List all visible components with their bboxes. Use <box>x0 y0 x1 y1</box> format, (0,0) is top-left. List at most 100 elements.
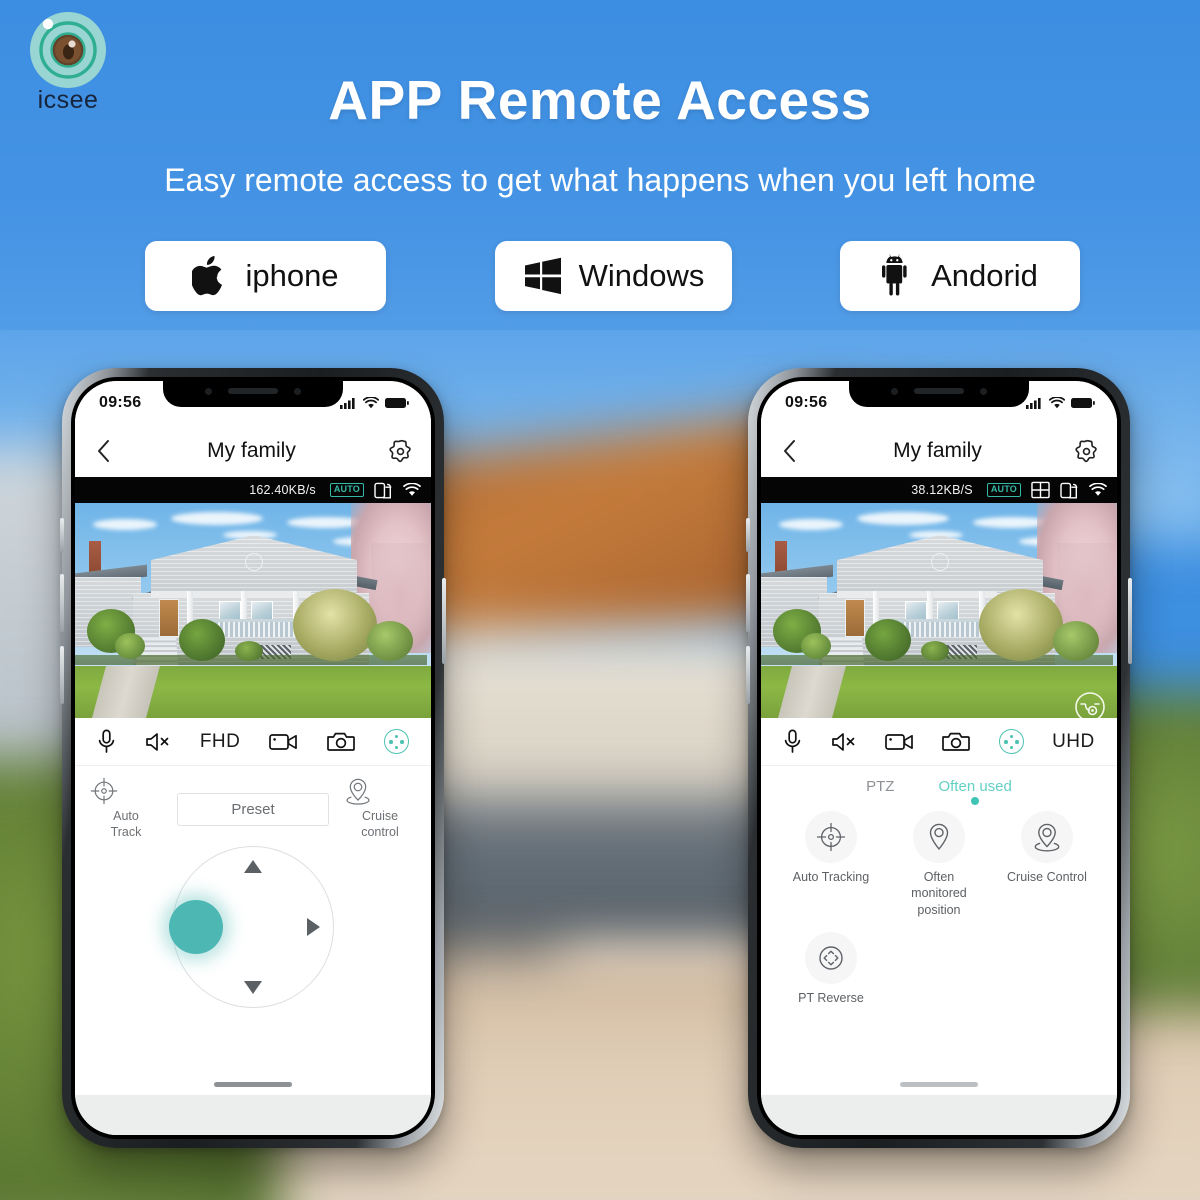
phone-right: 09:56 My family 38.12KB/S AUTO UHD PTZ O… <box>746 368 1132 1148</box>
home-indicator-area <box>761 1082 1117 1095</box>
back-chevron-icon[interactable] <box>93 438 115 464</box>
feature-pt-reverse[interactable]: PT Reverse <box>777 931 885 1006</box>
phone-volume-down-button[interactable] <box>746 646 750 704</box>
video-status-bar: 38.12KB/S AUTO <box>761 477 1117 503</box>
microphone-icon[interactable] <box>97 729 116 754</box>
cruise-pin-icon <box>1020 811 1073 863</box>
crosshair-icon <box>804 811 857 863</box>
feature-label: Auto Tracking <box>792 870 870 884</box>
dpad-left-button[interactable] <box>169 900 223 955</box>
tab-ptz[interactable]: PTZ <box>866 778 894 805</box>
platform-label: Windows <box>578 258 705 293</box>
wifi-icon <box>1049 397 1065 409</box>
location-pin-icon <box>912 811 965 863</box>
battery-icon <box>385 397 409 409</box>
feature-label: Cruise Control <box>1007 870 1087 884</box>
feature-auto-tracking[interactable]: Auto Tracking <box>777 811 885 918</box>
phone-mute-switch[interactable] <box>746 518 750 552</box>
status-time: 09:56 <box>785 394 828 411</box>
feature-label-line3: position <box>917 902 961 917</box>
phone-volume-up-button[interactable] <box>746 574 750 632</box>
platform-badges: iphone Windows Andorid <box>0 241 1200 315</box>
signal-icon <box>1026 397 1043 409</box>
control-tabs: PTZ Often used <box>761 766 1117 805</box>
android-icon <box>882 254 915 298</box>
location-pin-icon <box>343 776 417 806</box>
auto-quality-badge[interactable]: AUTO <box>329 483 364 497</box>
phone-mute-switch[interactable] <box>60 518 64 552</box>
resolution-label[interactable]: FHD <box>200 731 241 753</box>
feature-label: PT Reverse <box>798 990 864 1005</box>
video-record-icon[interactable] <box>269 731 298 752</box>
ptz-dots-icon[interactable] <box>383 729 409 754</box>
preset-button[interactable]: Preset <box>177 793 329 826</box>
feature-cruise-control[interactable]: Cruise Control <box>993 811 1101 918</box>
home-indicator[interactable] <box>900 1082 978 1087</box>
video-toolbar: UHD <box>761 718 1117 766</box>
nav-bar: My family <box>75 425 431 477</box>
ptz-control-row: Auto Track Preset Cruise control <box>75 766 431 841</box>
phone-volume-down-button[interactable] <box>60 646 64 704</box>
auto-track-label-line2: Track <box>110 824 142 839</box>
signal-icon <box>340 397 357 409</box>
phone-volume-up-button[interactable] <box>60 574 64 632</box>
dpad-up-button[interactable] <box>244 860 262 874</box>
video-record-icon[interactable] <box>885 731 914 752</box>
video-status-bar: 162.40KB/s AUTO <box>75 477 431 503</box>
microphone-icon[interactable] <box>783 729 802 754</box>
cruise-control-button[interactable]: Cruise control <box>343 776 417 840</box>
status-bar: 09:56 <box>761 381 1117 425</box>
home-indicator[interactable] <box>214 1082 292 1087</box>
speaker-mute-icon[interactable] <box>145 731 171 753</box>
auto-track-button[interactable]: Auto Track <box>89 776 163 840</box>
phone-left: 09:56 My family 162.40KB/s AUTO FHD Auto… <box>60 368 446 1148</box>
wifi-icon <box>403 483 421 497</box>
page-title-nav: My family <box>893 439 982 462</box>
ptz-dpad[interactable] <box>169 846 334 1009</box>
back-chevron-icon[interactable] <box>779 438 801 464</box>
auto-quality-badge[interactable]: AUTO <box>986 483 1021 497</box>
grid-view-icon[interactable] <box>1031 481 1050 499</box>
page-subtitle: Easy remote access to get what happens w… <box>164 162 1036 198</box>
auto-track-label-line1: Auto <box>113 809 139 823</box>
screen-footer <box>75 1095 431 1135</box>
status-bar: 09:56 <box>75 381 431 425</box>
dpad-container <box>75 840 431 1009</box>
screen-footer <box>761 1095 1117 1135</box>
cruise-label-line1: Cruise <box>361 809 399 823</box>
camera-snapshot-icon[interactable] <box>942 731 971 753</box>
ptz-overlay-icon[interactable] <box>1073 690 1107 724</box>
pt-reverse-icon <box>804 931 857 984</box>
content-spacer <box>761 1020 1117 1082</box>
resolution-label[interactable]: UHD <box>1052 731 1095 753</box>
phone-left-screen: 09:56 My family 162.40KB/s AUTO FHD Auto… <box>75 381 431 1135</box>
feature-often-monitored-position[interactable]: Often monitored position <box>885 811 993 918</box>
wifi-icon <box>363 397 379 409</box>
apple-icon <box>192 254 229 298</box>
gear-icon[interactable] <box>388 439 413 464</box>
feature-grid: Auto Tracking Often monitored position C… <box>761 805 1117 1020</box>
live-video-feed[interactable] <box>75 503 431 718</box>
live-video-feed[interactable] <box>761 503 1117 718</box>
cruise-label-line2: control <box>361 824 399 839</box>
windows-icon <box>523 257 563 295</box>
phone-power-button[interactable] <box>1128 578 1132 664</box>
platform-badge-iphone[interactable]: iphone <box>145 241 386 311</box>
gear-icon[interactable] <box>1074 439 1099 464</box>
camera-snapshot-icon[interactable] <box>327 731 355 753</box>
speaker-mute-icon[interactable] <box>831 731 857 753</box>
phone-power-button[interactable] <box>442 578 446 664</box>
cast-icon[interactable] <box>374 482 393 499</box>
tab-often-used[interactable]: Often used <box>938 778 1011 805</box>
wifi-icon <box>1089 483 1107 497</box>
ptz-dots-icon[interactable] <box>998 729 1024 754</box>
dpad-down-button[interactable] <box>244 981 262 995</box>
bitrate-label: 38.12KB/S <box>911 483 973 497</box>
platform-badge-android[interactable]: Andorid <box>840 241 1080 311</box>
platform-badge-windows[interactable]: Windows <box>495 241 732 311</box>
content-spacer <box>75 1008 431 1082</box>
platform-label: iphone <box>245 258 339 293</box>
dpad-right-button[interactable] <box>307 918 320 937</box>
home-indicator-area <box>75 1082 431 1095</box>
cast-icon[interactable] <box>1060 482 1079 499</box>
